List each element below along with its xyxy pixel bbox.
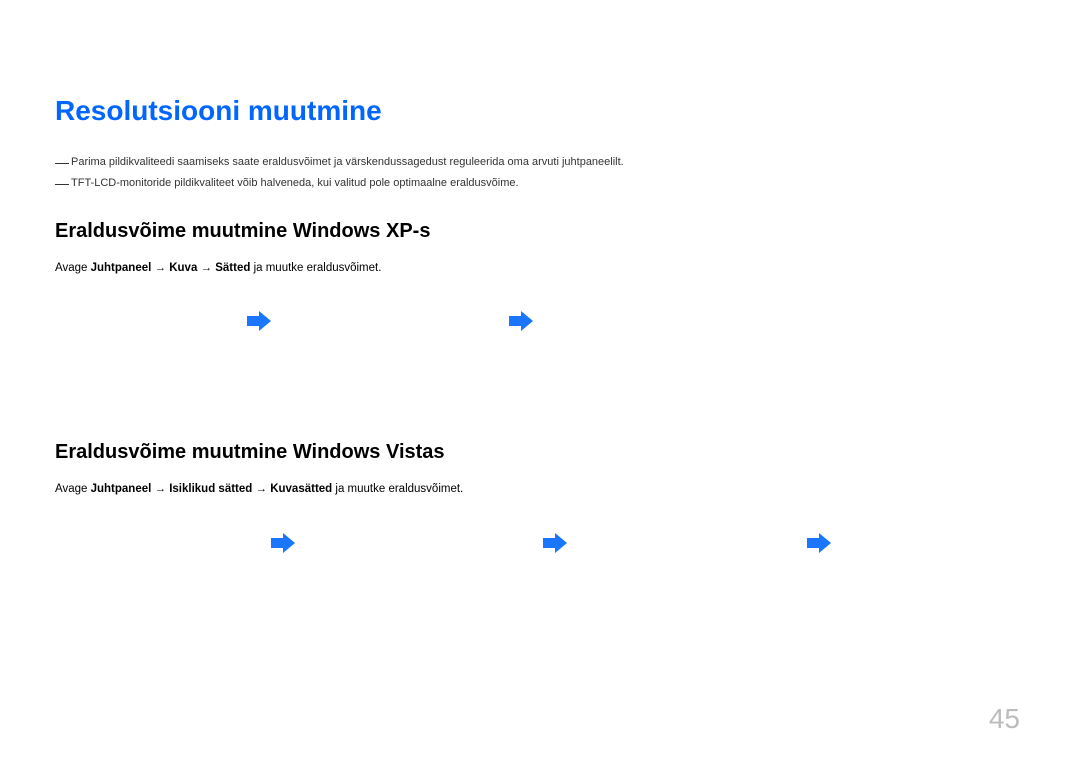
path-bold: Juhtpaneel — [91, 483, 152, 495]
dash-icon — [55, 184, 69, 185]
instruction-vista: Avage Juhtpaneel → Isiklikud sätted → Ku… — [55, 480, 1025, 498]
arrow-right-icon — [543, 533, 567, 553]
note-text: TFT-LCD-monitoride pildikvaliteet võib h… — [71, 176, 1025, 191]
arrow-text: → — [197, 262, 215, 274]
text: Avage — [55, 483, 91, 495]
arrow-row-xp — [55, 311, 1025, 341]
page-title: Resolutsiooni muutmine — [55, 95, 1025, 127]
text: ja muutke eraldusvõimet. — [250, 262, 381, 274]
text: ja muutke eraldusvõimet. — [332, 483, 463, 495]
dash-icon — [55, 163, 69, 164]
arrow-text: → — [151, 483, 169, 495]
arrow-text: → — [151, 262, 169, 274]
note-text: Parima pildikvaliteedi saamiseks saate e… — [71, 155, 1025, 170]
path-bold: Kuva — [169, 262, 197, 274]
arrow-right-icon — [247, 311, 271, 331]
arrow-text: → — [252, 483, 270, 495]
path-bold: Juhtpaneel — [91, 262, 152, 274]
path-bold: Isiklikud sätted — [169, 483, 252, 495]
note-item: Parima pildikvaliteedi saamiseks saate e… — [55, 155, 1025, 170]
text: Avage — [55, 262, 91, 274]
arrow-row-vista — [55, 533, 1025, 563]
section-title-vista: Eraldusvõime muutmine Windows Vistas — [55, 441, 1025, 464]
arrow-right-icon — [807, 533, 831, 553]
path-bold: Kuvasätted — [270, 483, 332, 495]
section-title-xp: Eraldusvõime muutmine Windows XP-s — [55, 220, 1025, 243]
note-item: TFT-LCD-monitoride pildikvaliteet võib h… — [55, 176, 1025, 191]
path-bold: Sätted — [215, 262, 250, 274]
instruction-xp: Avage Juhtpaneel → Kuva → Sätted ja muut… — [55, 259, 1025, 277]
arrow-right-icon — [509, 311, 533, 331]
page-number: 45 — [989, 703, 1020, 735]
arrow-right-icon — [271, 533, 295, 553]
